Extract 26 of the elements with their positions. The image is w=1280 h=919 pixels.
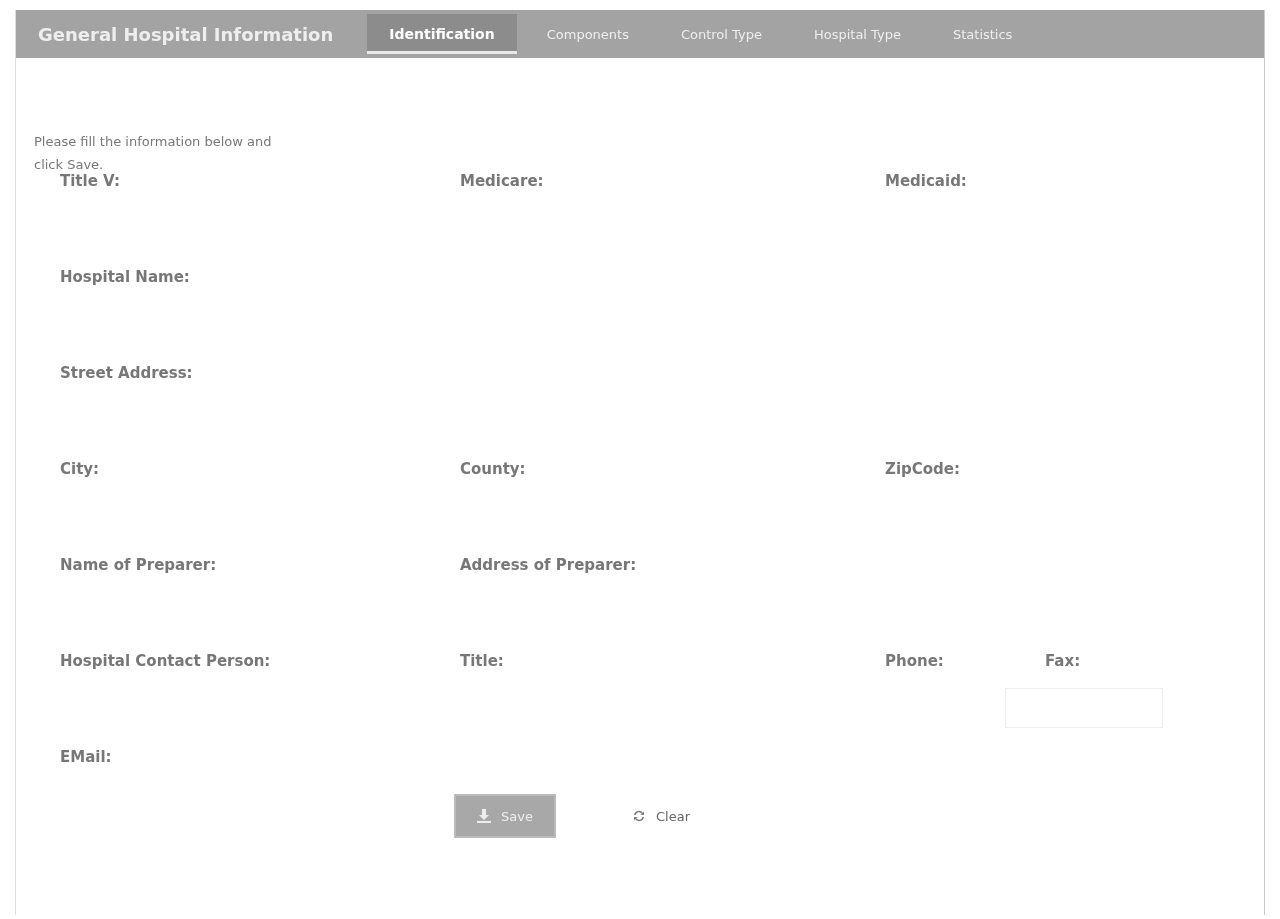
- panel-title: General Hospital Information: [38, 23, 334, 45]
- instructions-text: Please fill the information below and click Save.: [34, 133, 273, 174]
- tab[interactable]: Components: [524, 14, 651, 54]
- field-label: Name of Preparer:: [60, 556, 217, 574]
- field-label: ZipCode:: [885, 460, 960, 478]
- field-label: Medicare:: [460, 172, 544, 190]
- download-icon: [477, 809, 492, 823]
- field-label: City:: [60, 460, 100, 478]
- field-label: Title:: [460, 652, 504, 670]
- field-label: Hospital Name:: [60, 268, 190, 286]
- field-label: Medicaid:: [885, 172, 967, 190]
- tab[interactable]: Control Type: [658, 14, 784, 54]
- field-label: Street Address:: [60, 364, 193, 382]
- field-label: EMail:: [60, 748, 112, 766]
- field-label: Address of Preparer:: [460, 556, 637, 574]
- tab[interactable]: Statistics: [930, 14, 1035, 54]
- field-label: County:: [460, 460, 526, 478]
- tab[interactable]: Hospital Type: [791, 14, 923, 54]
- tab[interactable]: Identification: [367, 14, 517, 54]
- refresh-icon: [632, 809, 646, 823]
- save-button[interactable]: Save: [454, 794, 556, 838]
- field-label: Title V:: [60, 172, 120, 190]
- field-label: Hospital Contact Person:: [60, 652, 271, 670]
- field-label: Phone:: [885, 652, 944, 670]
- clear-button[interactable]: Clear: [626, 807, 696, 825]
- field-label: Fax:: [1045, 652, 1081, 670]
